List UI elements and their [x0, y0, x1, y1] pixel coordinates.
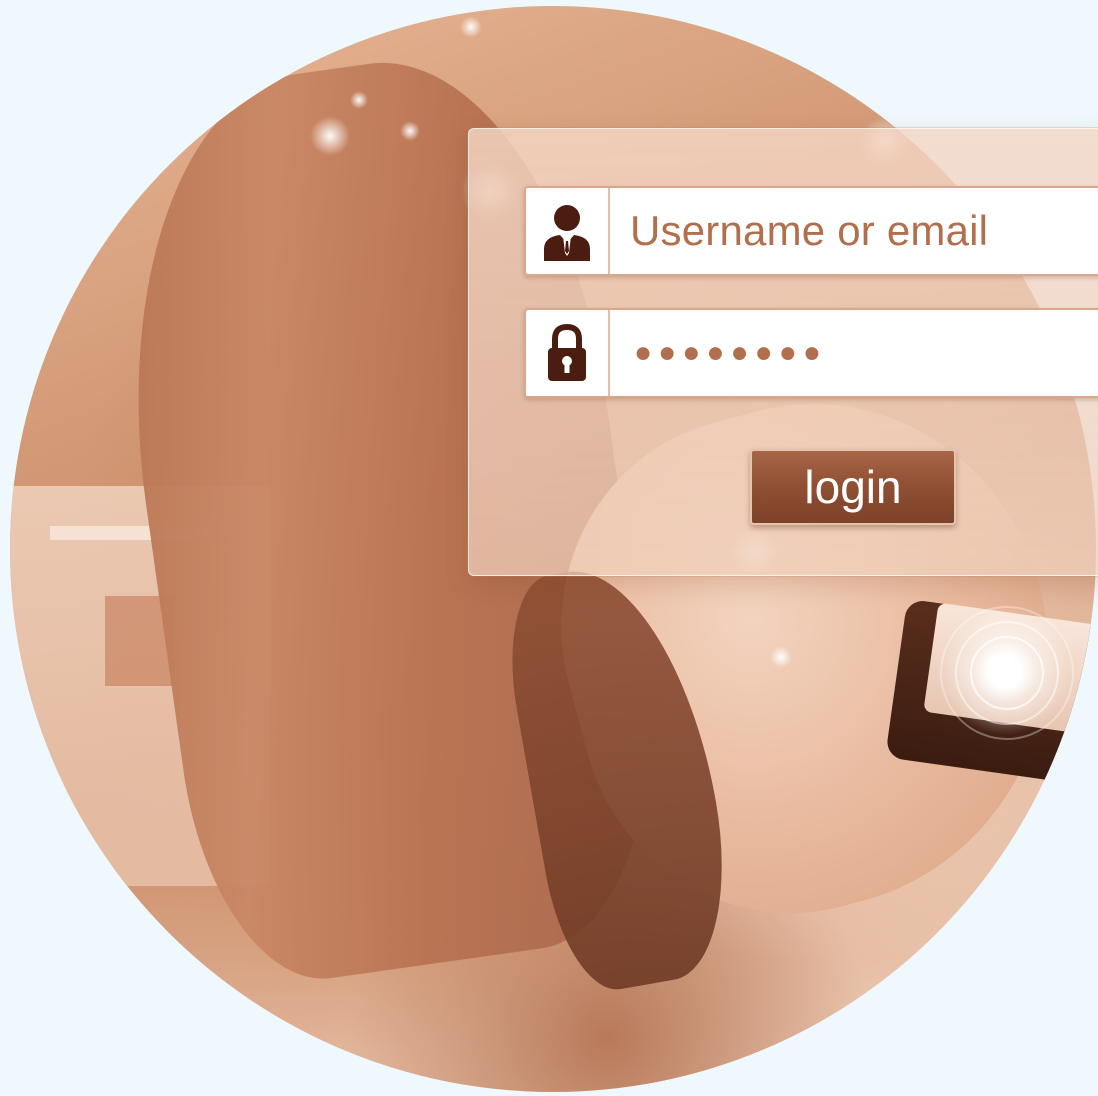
sparkle [460, 16, 482, 38]
password-mask: ●●●●●●●● [634, 336, 827, 369]
login-button[interactable]: login [750, 449, 956, 525]
sparkle [350, 91, 368, 109]
lock-icon [526, 310, 610, 396]
username-placeholder: Username or email [630, 207, 989, 254]
sparkle [310, 116, 350, 156]
username-field[interactable]: Username or email [524, 186, 1098, 276]
user-icon [526, 188, 610, 274]
sparkle [770, 646, 792, 668]
touch-ring [940, 606, 1074, 740]
sparkle [400, 121, 420, 141]
password-field[interactable]: ●●●●●●●● [524, 308, 1098, 398]
page: Username or email ●●●●●●●● login [0, 0, 1098, 1096]
